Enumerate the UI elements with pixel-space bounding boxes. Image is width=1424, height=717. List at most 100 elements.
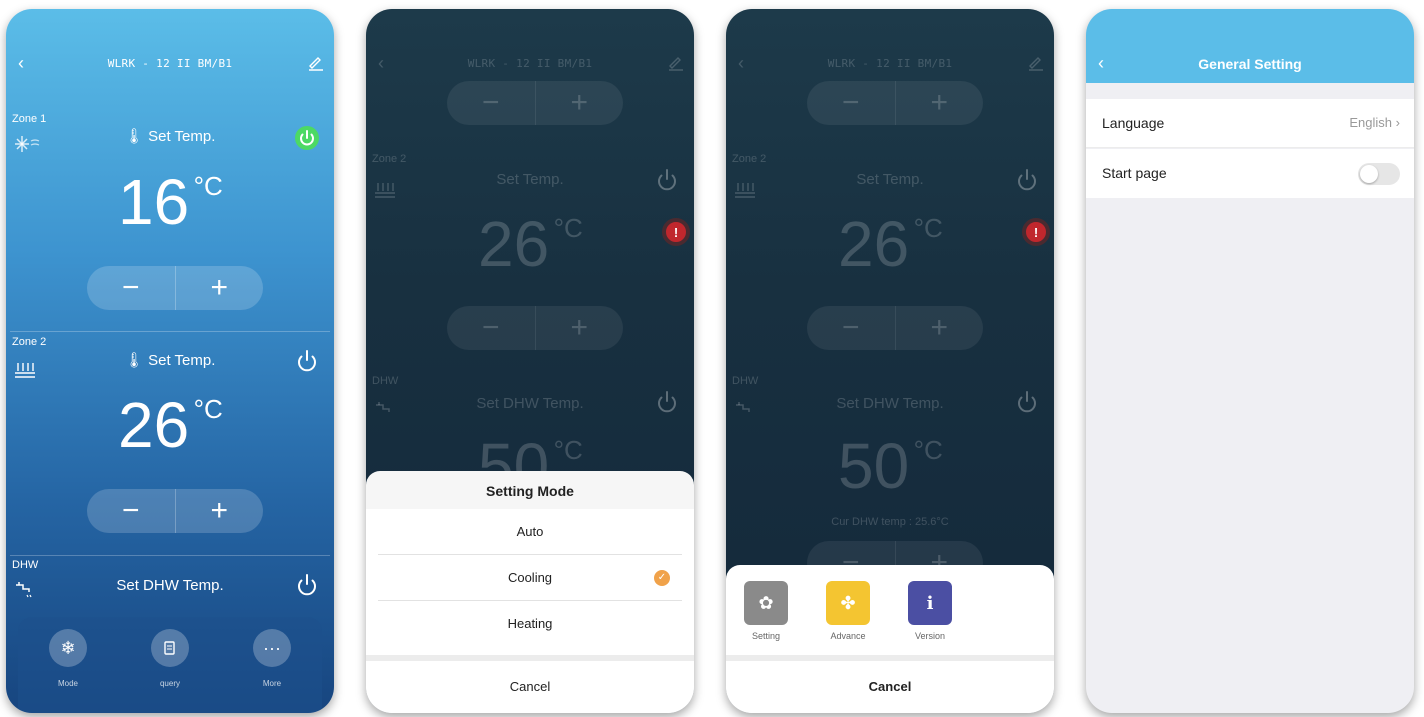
start-page-toggle[interactable] [1358,163,1400,185]
zone1-stepper: − + [807,81,983,125]
screen-setting-mode: ‹ WLRK - 12 II BM/B1 − + Zone 2 Set Temp… [366,9,694,713]
zone1-minus-button[interactable]: − [807,81,895,125]
zone1-power-button[interactable] [294,125,320,151]
zone2-minus-button[interactable]: − [447,306,535,350]
header-bar: ‹ General Setting [1086,9,1414,83]
zone-divider [10,331,330,332]
sheet-title: Setting Mode [486,483,574,499]
zone1-plus-button[interactable]: + [174,266,264,310]
mode-option-heating[interactable]: Heating [378,601,682,647]
setting-mode-sheet: Setting Mode Auto Cooling ✓ Heating Canc… [366,471,694,713]
thermometer-icon: 🌡︎ [124,128,144,145]
chevron-right-icon: › [1395,115,1400,130]
zone2-plus-button[interactable]: + [174,489,264,533]
more-icon: ··· [253,629,291,667]
dhw-temp-value: 50 [838,430,910,502]
zone1-stepper: − + [447,81,623,125]
zone2-temp-value: 26 [838,208,910,280]
dhw-label: DHW [372,375,399,387]
alert-icon[interactable]: ! [662,218,690,246]
zone2-label: Zone 2 [372,153,407,165]
query-label: query [159,679,180,688]
zone2-label: Zone 2 [732,153,767,165]
zone2-stepper: − + [447,306,623,350]
language-value: English [1349,115,1393,130]
zone2-temp-unit: °C [913,213,943,243]
more-menu-sheet: ✿ Setting ✤ Advance i Version Cancel [726,565,1054,713]
zone2-temperature: 26 °C [838,207,943,281]
setting-tile[interactable]: ✿ Setting [744,581,796,641]
device-title: WLRK - 12 II BM/B1 [107,57,233,70]
dhw-set-temp-label: Set DHW Temp. [476,395,584,412]
dhw-power-button[interactable] [1014,389,1040,415]
zone1-temperature: 16 °C [118,165,223,239]
setting-label: Setting [751,631,781,641]
device-title: WLRK - 12 II BM/B1 [467,57,593,70]
zone1-plus-button[interactable]: + [534,81,624,125]
zone-divider [10,555,330,556]
edit-icon[interactable] [1028,55,1044,76]
zone2-temp-value: 26 [478,208,550,280]
dhw-temperature: 50 °C [838,429,943,503]
dhw-power-button[interactable] [294,572,320,598]
dhw-temp-unit: °C [913,435,943,465]
zone2-temperature: 26 °C [478,207,583,281]
zone1-plus-button[interactable]: + [894,81,984,125]
dhw-temp-unit: °C [553,435,583,465]
zone1-temp-unit: °C [193,171,223,201]
dhw-power-button[interactable] [654,389,680,415]
dhw-label: DHW [732,375,759,387]
cancel-button[interactable]: Cancel [726,655,1054,713]
zone2-temp-value: 26 [118,389,190,461]
dhw-label: DHW [12,559,39,571]
zone2-stepper: − + [87,489,263,533]
zone1-minus-button[interactable]: − [447,81,535,125]
zone1-label: Zone 1 [12,113,47,125]
zone2-temp-unit: °C [193,394,223,424]
zone1-set-temp-label: Set Temp. [148,128,216,145]
zone1-minus-button[interactable]: − [87,266,175,310]
alert-icon[interactable]: ! [1022,218,1050,246]
device-title: WLRK - 12 II BM/B1 [827,57,953,70]
start-page-row: Start page [1086,149,1414,198]
version-tile[interactable]: i Version [908,581,960,641]
more-button[interactable]: ··· More [232,629,312,688]
dhw-set-temp-label: Set DHW Temp. [116,577,224,594]
zone1-temp-value: 16 [118,166,190,238]
mode-options: Auto Cooling ✓ Heating [366,509,694,655]
zone2-minus-button[interactable]: − [87,489,175,533]
language-label: Language [1102,115,1165,131]
screen-more-menu: ‹ WLRK - 12 II BM/B1 − + Zone 2 Set Temp… [726,9,1054,713]
zone2-set-temp-label: Set Temp. [148,352,216,369]
start-page-label: Start page [1102,165,1167,181]
advance-tile[interactable]: ✤ Advance [826,581,878,641]
mode-button[interactable]: ❄ Mode [28,629,108,688]
edit-icon[interactable] [308,55,324,76]
version-label: Version [914,631,946,641]
zone2-power-button[interactable] [654,167,680,193]
language-row[interactable]: Language English › [1086,99,1414,148]
zone2-set-temp-label: Set Temp. [856,171,924,188]
zone2-minus-button[interactable]: − [807,306,895,350]
info-icon: i [908,581,952,625]
zone2-power-button[interactable] [1014,167,1040,193]
zone2-plus-button[interactable]: + [894,306,984,350]
query-button[interactable]: query [130,629,210,688]
zone2-temp-unit: °C [553,213,583,243]
zone2-label: Zone 2 [12,336,47,348]
zone2-plus-button[interactable]: + [534,306,624,350]
current-dhw-temp: Cur DHW temp : 25.6°C [831,516,949,528]
thermometer-icon: 🌡︎ [124,352,144,369]
mode-option-cooling[interactable]: Cooling [378,555,682,601]
mode-option-auto[interactable]: Auto [378,509,682,555]
language-value-row: English › [1349,115,1400,130]
edit-icon[interactable] [668,55,684,76]
snowflake-icon: ❄ [49,629,87,667]
screen-general-setting: ‹ General Setting Language English › Sta… [1086,9,1414,713]
cancel-button[interactable]: Cancel [366,655,694,713]
checkmark-icon: ✓ [654,570,670,586]
dhw-set-temp-label: Set DHW Temp. [836,395,944,412]
zone2-power-button[interactable] [294,348,320,374]
bottom-toolbar: ❄ Mode query ··· More [18,617,322,713]
zone1-stepper: − + [87,266,263,310]
